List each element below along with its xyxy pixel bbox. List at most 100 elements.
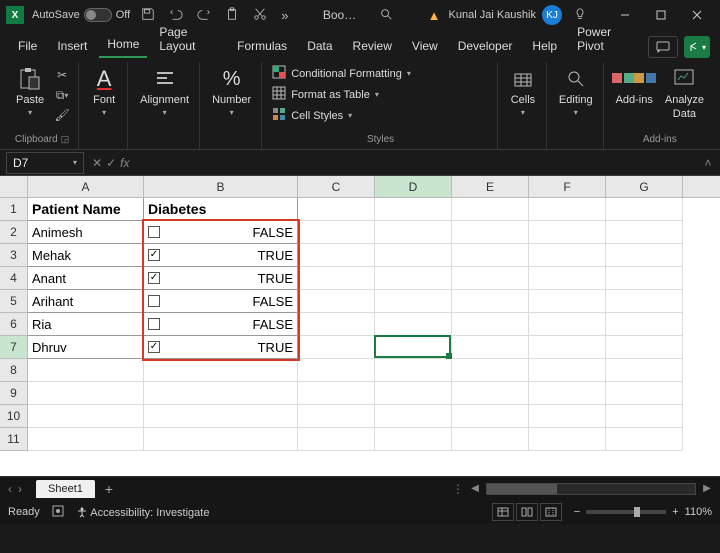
cell[interactable]	[452, 428, 529, 451]
cell[interactable]	[375, 244, 452, 267]
select-all-corner[interactable]	[0, 176, 28, 198]
cell[interactable]	[375, 267, 452, 290]
tab-formulas[interactable]: Formulas	[229, 34, 295, 58]
row-header[interactable]: 3	[0, 244, 27, 267]
cell[interactable]	[298, 405, 375, 428]
hscroll-right-icon[interactable]: ▶	[700, 483, 714, 494]
cell[interactable]	[298, 336, 375, 359]
tab-developer[interactable]: Developer	[450, 34, 521, 58]
row-header[interactable]: 11	[0, 428, 27, 451]
cell[interactable]	[606, 267, 683, 290]
cell-diabetes[interactable]: ✓TRUE	[144, 267, 298, 290]
clipboard-icon[interactable]	[222, 7, 242, 24]
add-sheet-button[interactable]: +	[95, 481, 123, 497]
cell[interactable]	[28, 428, 144, 451]
search-icon[interactable]	[376, 7, 396, 24]
cell[interactable]	[298, 198, 375, 221]
cell-styles-button[interactable]: Cell Styles ▾	[270, 106, 491, 125]
column-header[interactable]: G	[606, 176, 683, 197]
cell-header-patient-name[interactable]: Patient Name	[28, 198, 144, 221]
enter-formula-icon[interactable]: ✓	[106, 156, 116, 170]
cell-patient-name[interactable]: Mehak	[28, 244, 144, 267]
cell[interactable]	[298, 290, 375, 313]
close-button[interactable]	[680, 3, 714, 27]
cell[interactable]	[375, 405, 452, 428]
alignment-button[interactable]: Alignment ▾	[136, 64, 193, 119]
cell[interactable]	[452, 198, 529, 221]
cell[interactable]	[375, 428, 452, 451]
font-button[interactable]: A Font ▾	[87, 64, 121, 119]
cell[interactable]	[375, 382, 452, 405]
cell[interactable]	[28, 359, 144, 382]
cell[interactable]	[452, 359, 529, 382]
format-painter-icon[interactable]: 🖌	[52, 106, 72, 124]
format-as-table-button[interactable]: Format as Table ▾	[270, 85, 491, 104]
cell[interactable]	[529, 405, 606, 428]
cell[interactable]	[452, 382, 529, 405]
cell-diabetes[interactable]: ✓TRUE	[144, 244, 298, 267]
checkbox-icon[interactable]	[148, 226, 160, 238]
share-button[interactable]: ▾	[684, 36, 710, 58]
cell[interactable]	[452, 313, 529, 336]
fx-icon[interactable]: fx	[120, 156, 129, 170]
column-header[interactable]: C	[298, 176, 375, 197]
tab-page-layout[interactable]: Page Layout	[151, 20, 225, 58]
page-break-view-button[interactable]	[540, 503, 562, 521]
cell[interactable]	[606, 198, 683, 221]
cell[interactable]	[298, 428, 375, 451]
comments-button[interactable]	[648, 36, 678, 58]
cell[interactable]	[452, 405, 529, 428]
column-header[interactable]: D	[375, 176, 452, 197]
cell-diabetes[interactable]: ✓TRUE	[144, 336, 298, 359]
cell[interactable]	[606, 428, 683, 451]
zoom-control[interactable]: − + 110%	[574, 506, 712, 518]
row-header[interactable]: 8	[0, 359, 27, 382]
cell[interactable]	[298, 313, 375, 336]
cell[interactable]	[529, 221, 606, 244]
cell[interactable]	[606, 382, 683, 405]
tab-data[interactable]: Data	[299, 34, 340, 58]
macro-record-icon[interactable]	[52, 505, 64, 520]
column-header[interactable]: E	[452, 176, 529, 197]
cell[interactable]	[375, 313, 452, 336]
cell[interactable]	[298, 244, 375, 267]
cells-button[interactable]: Cells ▾	[506, 64, 540, 119]
cell[interactable]	[375, 359, 452, 382]
cell[interactable]	[452, 267, 529, 290]
cell[interactable]	[298, 221, 375, 244]
cell-patient-name[interactable]: Dhruv	[28, 336, 144, 359]
cell[interactable]	[375, 290, 452, 313]
cell[interactable]	[529, 336, 606, 359]
cell-patient-name[interactable]: Ria	[28, 313, 144, 336]
cut-icon[interactable]	[250, 7, 270, 24]
cell[interactable]	[529, 382, 606, 405]
cell[interactable]	[298, 359, 375, 382]
row-header[interactable]: 1	[0, 198, 27, 221]
checkbox-icon[interactable]	[148, 318, 160, 330]
cell[interactable]	[144, 359, 298, 382]
row-header[interactable]: 5	[0, 290, 27, 313]
cell[interactable]	[606, 244, 683, 267]
column-header[interactable]: A	[28, 176, 144, 197]
zoom-slider[interactable]	[586, 510, 666, 514]
cell[interactable]	[144, 428, 298, 451]
hscroll-left-icon[interactable]: ◀	[468, 483, 482, 494]
zoom-out-icon[interactable]: −	[574, 506, 580, 518]
worksheet-grid[interactable]: ABCDEFG 1234567891011 Patient NameDiabet…	[0, 176, 720, 476]
cancel-formula-icon[interactable]: ✕	[92, 156, 102, 170]
cell[interactable]	[28, 382, 144, 405]
cell[interactable]	[452, 336, 529, 359]
cell[interactable]	[375, 336, 452, 359]
editing-button[interactable]: Editing ▾	[555, 64, 597, 119]
document-name[interactable]: Boo…	[323, 8, 356, 22]
more-qat-icon[interactable]: »	[278, 8, 291, 23]
zoom-in-icon[interactable]: +	[672, 506, 678, 518]
tab-help[interactable]: Help	[524, 34, 565, 58]
row-header[interactable]: 4	[0, 267, 27, 290]
cell-diabetes[interactable]: FALSE	[144, 313, 298, 336]
row-header[interactable]: 9	[0, 382, 27, 405]
analyze-data-button[interactable]: Analyze Data	[661, 64, 708, 122]
cell[interactable]	[529, 428, 606, 451]
cell-header-diabetes[interactable]: Diabetes	[144, 198, 298, 221]
row-header[interactable]: 10	[0, 405, 27, 428]
